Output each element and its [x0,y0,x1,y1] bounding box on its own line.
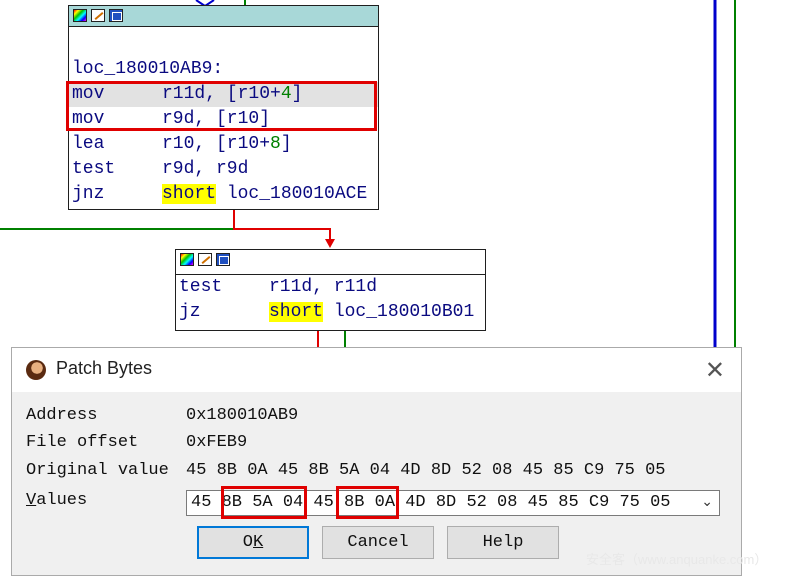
help-button[interactable]: Help [447,526,559,559]
node-title-bar [176,250,485,275]
file-offset-value: 0xFEB9 [186,433,248,452]
edit-icon[interactable] [91,9,105,22]
instruction-test[interactable]: test r11d, r11d [176,275,485,300]
address-label: Address [26,406,98,425]
original-value: 45 8B 0A 45 8B 5A 04 4D 8D 52 08 45 85 C… [186,461,666,480]
graph-view-icon[interactable] [216,253,230,266]
values-label: Values [26,491,88,510]
address-value: 0x180010AB9 [186,406,299,425]
operands: r11d, r11d [269,277,378,297]
mnemonic: jnz [72,184,105,204]
dialog-title: Patch Bytes [56,358,153,378]
operands: short loc_180010B01 [269,302,475,322]
patch-bytes-dialog[interactable]: Patch Bytes ✕ Address 0x180010AB9 File o… [11,347,742,576]
graph-node-test-r11d[interactable]: test r11d, r11d jz short loc_180010B01 [175,249,486,331]
original-value-label: Original value [26,461,169,480]
color-palette-icon[interactable] [180,253,194,266]
chevron-down-icon[interactable]: ⌄ [701,493,713,510]
mnemonic: jz [179,302,201,322]
mnemonic: test [72,159,116,179]
edge-red-arrowhead [325,239,335,248]
instruction-lea[interactable]: lea r10, [r10+8] [69,132,378,157]
mnemonic: lea [72,134,105,154]
annotation-highlight-box [66,81,377,131]
file-offset-label: File offset [26,433,139,452]
annotation-box-bytes-1 [221,486,307,519]
watermark-text: 安全客（www.anquanke.com） [586,552,768,567]
operands: r9d, r9d [162,159,249,179]
ida-app-icon [26,360,46,380]
operands: r10, [r10+8] [162,134,292,154]
graph-view-icon[interactable] [109,9,123,22]
cancel-button[interactable]: Cancel [322,526,434,559]
color-palette-icon[interactable] [73,9,87,22]
instruction-jz[interactable]: jz short loc_180010B01 [176,300,485,325]
annotation-box-bytes-2 [336,486,399,519]
instruction-test[interactable]: test r9d, r9d [69,157,378,182]
node-title-bar [69,6,378,27]
ok-button[interactable]: OK [197,526,309,559]
block-label[interactable]: loc_180010AB9: [69,57,378,82]
dialog-title-bar[interactable]: Patch Bytes ✕ [12,348,741,392]
edit-icon[interactable] [198,253,212,266]
close-icon[interactable]: ✕ [705,356,725,385]
instruction-jnz[interactable]: jnz short loc_180010ACE [69,182,378,207]
operands: short loc_180010ACE [162,184,368,204]
mnemonic: test [179,277,223,297]
edge-red-to-block2 [233,207,331,246]
